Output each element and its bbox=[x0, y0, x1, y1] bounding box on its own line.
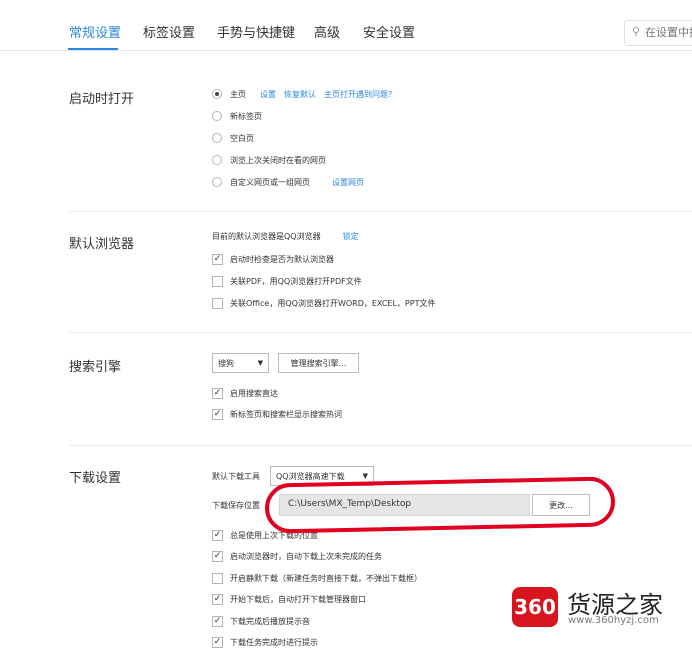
section-title-search-engine: 搜索引擎 bbox=[69, 360, 122, 375]
section-title-download: 下载设置 bbox=[69, 471, 122, 486]
tab-tabs[interactable]: 标签设置 bbox=[143, 22, 195, 41]
checkbox-checked[interactable]: ✓ bbox=[212, 550, 223, 562]
watermark-logo: 360 货源之家 www.360hyzj.com bbox=[512, 583, 692, 633]
radio-last-session[interactable] bbox=[212, 155, 222, 165]
associate-pdf-row[interactable]: 关联PDF，用QQ浏览器打开PDF文件 bbox=[212, 273, 362, 289]
home-settings-link[interactable]: 设置 bbox=[260, 89, 276, 100]
download-path-label: 下载保存位置 bbox=[212, 500, 260, 510]
watermark-url: www.360hyzj.com bbox=[568, 615, 659, 626]
associate-office-row[interactable]: 关联Office，用QQ浏览器打开WORD，EXCEL，PPT文件 bbox=[212, 295, 435, 311]
section-divider bbox=[69, 332, 692, 333]
dropdown-arrow-icon: ▼ bbox=[257, 359, 263, 367]
tab-gestures-shortcuts[interactable]: 手势与快捷键 bbox=[217, 22, 295, 41]
home-problem-link[interactable]: 主页打开遇到问题? bbox=[324, 89, 392, 100]
checkbox-checked[interactable]: ✓ bbox=[212, 615, 223, 627]
checkbox-checked[interactable]: ✓ bbox=[212, 253, 223, 265]
checkbox-checked[interactable]: ✓ bbox=[212, 387, 223, 399]
checkbox-unchecked[interactable] bbox=[212, 297, 223, 309]
radio-new-tab[interactable] bbox=[212, 111, 222, 121]
search-direct-row[interactable]: ✓ 启用搜索直达 bbox=[212, 385, 278, 401]
startup-option-custom[interactable]: 自定义网页或一组网页 设置网页 bbox=[212, 174, 364, 190]
checkbox-checked[interactable]: ✓ bbox=[212, 636, 223, 648]
completion-notice-row[interactable]: ✓ 下载任务完成时进行提示 bbox=[212, 634, 318, 650]
silent-download-row[interactable]: 开启静默下载（新建任务时直接下载，不弹出下载框） bbox=[212, 570, 422, 586]
default-browser-status: 目前的默认浏览器是QQ浏览器 锁定 bbox=[212, 231, 359, 242]
play-sound-row[interactable]: ✓ 下载完成后播放提示音 bbox=[212, 613, 310, 629]
restore-default-link[interactable]: 恢复默认 bbox=[284, 89, 316, 100]
tab-advanced[interactable]: 高级 bbox=[314, 22, 340, 41]
tab-general[interactable]: 常规设置 bbox=[69, 22, 121, 41]
radio-home[interactable] bbox=[212, 89, 222, 99]
watermark-badge: 360 bbox=[512, 587, 558, 627]
radio-custom[interactable] bbox=[212, 177, 222, 187]
manage-search-engines-button[interactable]: 管理搜索引擎... bbox=[278, 353, 359, 373]
settings-search-box[interactable]: ⚲ bbox=[624, 20, 692, 46]
set-pages-link[interactable]: 设置网页 bbox=[332, 177, 364, 188]
dropdown-arrow-icon: ▼ bbox=[362, 472, 368, 480]
search-input[interactable] bbox=[645, 24, 692, 40]
hot-words-row[interactable]: ✓ 新标签页和搜索栏显示搜索热词 bbox=[212, 406, 342, 422]
active-tab-indicator bbox=[68, 48, 118, 50]
startup-option-new-tab[interactable]: 新标签页 bbox=[212, 108, 262, 124]
red-highlight-circle bbox=[264, 476, 616, 534]
checkbox-unchecked[interactable] bbox=[212, 572, 223, 584]
search-engine-select[interactable]: 搜狗 ▼ bbox=[212, 353, 269, 373]
checkbox-checked[interactable]: ✓ bbox=[212, 408, 223, 420]
settings-tab-bar: 常规设置 标签设置 手势与快捷键 高级 安全设置 bbox=[0, 0, 692, 51]
check-default-browser-row[interactable]: ✓ 启动时检查是否为默认浏览器 bbox=[212, 251, 334, 267]
checkbox-checked[interactable]: ✓ bbox=[212, 593, 223, 605]
radio-blank[interactable] bbox=[212, 133, 222, 143]
section-divider bbox=[69, 211, 692, 212]
search-engine-controls: 搜狗 ▼ 管理搜索引擎... bbox=[212, 352, 359, 374]
checkbox-unchecked[interactable] bbox=[212, 275, 223, 287]
search-icon: ⚲ bbox=[632, 25, 641, 38]
checkbox-checked[interactable]: ✓ bbox=[212, 529, 223, 541]
startup-option-last-session[interactable]: 浏览上次关闭时在看的网页 bbox=[212, 152, 326, 168]
startup-option-home[interactable]: 主页 设置 恢复默认 主页打开遇到问题? bbox=[212, 86, 392, 102]
section-title-startup: 启动时打开 bbox=[69, 92, 135, 107]
section-title-default-browser: 默认浏览器 bbox=[69, 237, 135, 252]
resume-downloads-row[interactable]: ✓ 启动浏览器时，自动下载上次未完成的任务 bbox=[212, 548, 382, 564]
lock-link[interactable]: 锁定 bbox=[343, 231, 359, 242]
open-download-manager-row[interactable]: ✓ 开始下载后，自动打开下载管理器窗口 bbox=[212, 591, 366, 607]
section-divider bbox=[69, 445, 692, 446]
tab-security[interactable]: 安全设置 bbox=[363, 22, 415, 41]
startup-option-blank[interactable]: 空白页 bbox=[212, 130, 254, 146]
